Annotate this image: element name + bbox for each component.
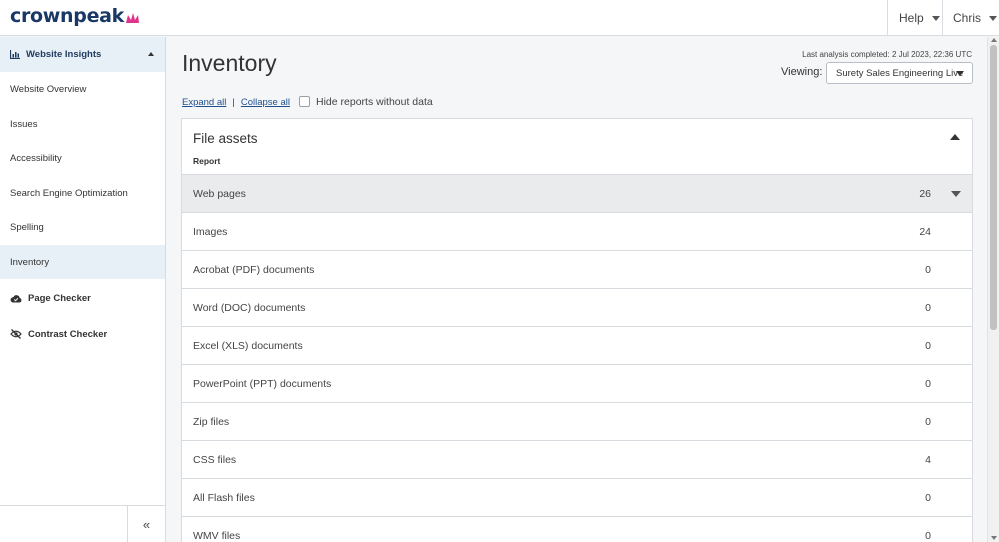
main-content: Inventory Last analysis completed: 2 Jul…: [166, 37, 987, 542]
link-separator: |: [232, 97, 235, 108]
report-count: 26: [919, 188, 931, 200]
cloud-check-icon: [10, 294, 22, 303]
scroll-thumb[interactable]: [990, 45, 997, 330]
report-list: Web pages 26 Images 24 Acrobat (PDF) doc…: [182, 174, 972, 542]
report-label: Web pages: [193, 187, 246, 200]
report-row-pdf[interactable]: Acrobat (PDF) documents 0: [182, 250, 972, 288]
scroll-up-icon[interactable]: [991, 38, 997, 42]
last-analysis-text: Last analysis completed: 2 Jul 2023, 22:…: [802, 50, 972, 59]
chevron-down-icon: [956, 71, 964, 76]
report-label: Word (DOC) documents: [193, 301, 306, 314]
help-menu-button[interactable]: Help: [887, 0, 942, 36]
page-checker-label: Page Checker: [28, 292, 91, 304]
eye-slash-icon: [10, 329, 22, 339]
report-count: 24: [919, 226, 931, 238]
page-scrollbar[interactable]: [987, 37, 999, 542]
sidebar-item-spelling[interactable]: Spelling: [0, 210, 165, 244]
report-row-ppt[interactable]: PowerPoint (PPT) documents 0: [182, 364, 972, 402]
expand-all-link[interactable]: Expand all: [182, 97, 226, 108]
report-label: Images: [193, 225, 228, 238]
report-row-flash[interactable]: All Flash files 0: [182, 478, 972, 516]
report-count: 0: [925, 264, 931, 276]
crown-icon: [125, 10, 140, 23]
collapse-all-link[interactable]: Collapse all: [241, 97, 290, 108]
logo-text: crownpeak: [10, 5, 125, 27]
sidebar-item-website-overview[interactable]: Website Overview: [0, 72, 165, 106]
expand-collapse-links: Expand all | Collapse all: [182, 97, 290, 108]
report-label: Excel (XLS) documents: [193, 339, 303, 352]
panel-title: File assets: [193, 131, 258, 146]
sidebar-section-label: Website Insights: [26, 49, 102, 60]
report-count: 0: [925, 416, 931, 428]
chevron-up-icon[interactable]: [148, 52, 154, 56]
column-header-report: Report: [193, 156, 221, 166]
sidebar-footer: «: [0, 505, 165, 542]
bar-chart-icon: [10, 50, 20, 59]
report-row-css[interactable]: CSS files 4: [182, 440, 972, 478]
viewing-label: Viewing:: [781, 66, 823, 78]
collapse-panel-icon[interactable]: [950, 134, 960, 140]
report-label: CSS files: [193, 453, 237, 466]
collapse-sidebar-button[interactable]: «: [127, 506, 165, 542]
chevron-down-icon[interactable]: [951, 191, 961, 197]
user-menu-button[interactable]: Chris: [942, 0, 999, 36]
report-row-images[interactable]: Images 24: [182, 212, 972, 250]
sidebar-item-inventory[interactable]: Inventory: [0, 245, 165, 279]
report-count: 0: [925, 492, 931, 504]
report-count: 0: [925, 378, 931, 390]
top-bar: crownpeak Help Chris: [0, 0, 999, 36]
sidebar-section-website-insights[interactable]: Website Insights: [0, 37, 165, 72]
report-row-web-pages[interactable]: Web pages 26: [182, 174, 972, 212]
report-count: 0: [925, 530, 931, 542]
report-row-xls[interactable]: Excel (XLS) documents 0: [182, 326, 972, 364]
user-name: Chris: [953, 11, 982, 25]
hide-empty-reports-label[interactable]: Hide reports without data: [316, 96, 433, 108]
chevron-down-icon: [989, 15, 998, 21]
sidebar-item-accessibility[interactable]: Accessibility: [0, 141, 165, 175]
site-select-value: Surety Sales Engineering Live: [836, 67, 964, 79]
sidebar: Website Insights Website Overview Issues…: [0, 37, 166, 542]
crownpeak-logo[interactable]: crownpeak: [10, 5, 140, 27]
report-count: 0: [925, 340, 931, 352]
file-assets-panel: File assets Report Web pages 26 Images 2…: [181, 118, 973, 542]
report-row-doc[interactable]: Word (DOC) documents 0: [182, 288, 972, 326]
sidebar-tool-page-checker[interactable]: Page Checker: [0, 283, 165, 313]
report-label: Acrobat (PDF) documents: [193, 263, 315, 276]
site-select[interactable]: Surety Sales Engineering Live: [826, 62, 973, 84]
report-label: Zip files: [193, 415, 230, 428]
help-label: Help: [899, 11, 924, 25]
scroll-down-icon[interactable]: [991, 536, 997, 540]
report-count: 0: [925, 302, 931, 314]
double-chevron-left-icon: «: [142, 517, 151, 532]
report-count: 4: [925, 454, 931, 466]
chevron-down-icon: [931, 15, 940, 21]
sidebar-item-seo[interactable]: Search Engine Optimization: [0, 176, 165, 210]
report-label: PowerPoint (PPT) documents: [193, 377, 332, 390]
report-row-zip[interactable]: Zip files 0: [182, 402, 972, 440]
page-title: Inventory: [182, 50, 277, 76]
report-row-wmv[interactable]: WMV files 0: [182, 516, 972, 542]
sidebar-item-issues[interactable]: Issues: [0, 107, 165, 141]
hide-empty-reports-checkbox[interactable]: [299, 96, 310, 107]
contrast-checker-label: Contrast Checker: [28, 328, 108, 340]
report-label: WMV files: [193, 529, 241, 542]
sidebar-tool-contrast-checker[interactable]: Contrast Checker: [0, 319, 165, 349]
report-label: All Flash files: [193, 491, 255, 504]
